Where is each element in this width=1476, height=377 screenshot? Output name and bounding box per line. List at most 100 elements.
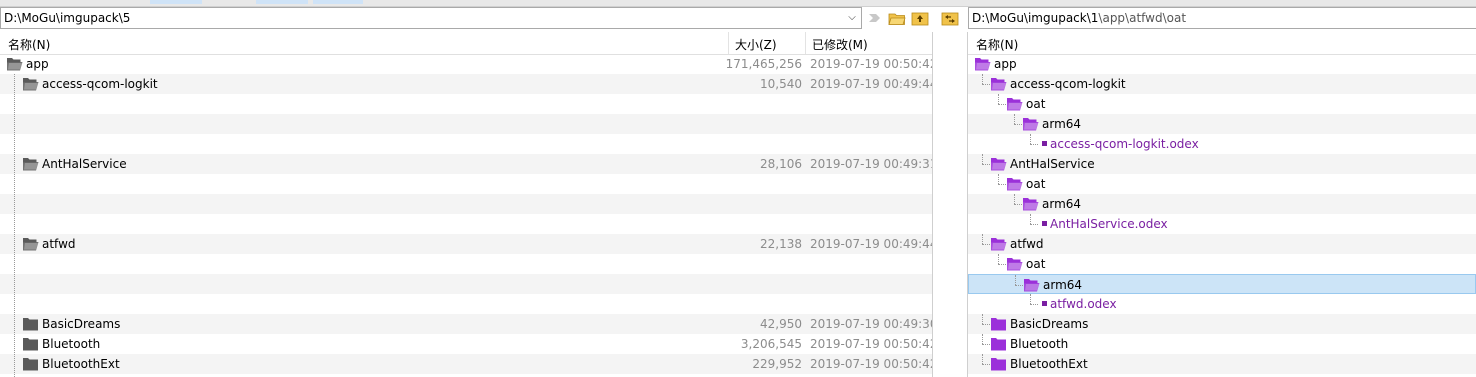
table-row[interactable]: atfwd 22,138 2019-07-19 00:49:44 (0, 234, 932, 254)
folder-name: oat (1026, 97, 1046, 111)
tree-connector (1030, 214, 1031, 224)
table-row[interactable]: BluetoothExt 229,952 2019-07-19 00:50:42 (0, 354, 932, 374)
swap-folders-icon[interactable] (941, 9, 959, 27)
table-row[interactable]: BasicDreams 42,950 2019-07-19 00:49:30 (0, 314, 932, 334)
column-name-header[interactable]: 名称(N) (976, 36, 1018, 53)
tree-connector (1014, 114, 1015, 124)
folder-icon (990, 356, 1008, 372)
folder-icon (22, 336, 40, 352)
folder-icon (990, 316, 1008, 332)
tree-row[interactable]: oat (968, 174, 1476, 194)
table-row-empty[interactable] (0, 134, 932, 154)
left-file-pane[interactable]: 名称(N) ˆ 大小(Z) 已修改(M) app 171,465,256 2019-… (0, 32, 932, 377)
tree-connector (982, 334, 983, 344)
file-modified-date: 2019-07-19 00:50:42 (810, 57, 932, 71)
folder-name: arm64 (1042, 117, 1082, 131)
tree-connector (998, 264, 1006, 265)
open-folder-icon (1022, 196, 1040, 212)
file-size: 42,950 (760, 317, 802, 331)
table-row-empty[interactable] (0, 274, 932, 294)
tree-row[interactable]: BluetoothExt (968, 354, 1476, 374)
column-modified-header[interactable]: 已修改(M) (812, 36, 868, 53)
column-separator[interactable] (805, 32, 806, 54)
tree-row[interactable]: oat (968, 254, 1476, 274)
table-row-empty[interactable] (0, 114, 932, 134)
tree-connector (1030, 304, 1038, 305)
column-name-header[interactable]: 名称(N) (8, 36, 50, 53)
tree-connector (982, 344, 990, 345)
left-column-header: 名称(N) ˆ 大小(Z) 已修改(M) (0, 32, 932, 55)
table-row[interactable]: AntHalService 28,106 2019-07-19 00:49:31 (0, 154, 932, 174)
tree-connector (998, 184, 1006, 185)
tree-row[interactable]: AntHalService (968, 154, 1476, 174)
tree-connector (1014, 194, 1015, 204)
folder-name: access-qcom-logkit (1010, 77, 1126, 91)
pane-divider[interactable] (932, 32, 933, 377)
table-row-empty[interactable] (0, 194, 932, 214)
table-row-empty[interactable] (0, 174, 932, 194)
folder-name: oat (1026, 177, 1046, 191)
table-row-empty[interactable] (0, 214, 932, 234)
tree-connector (998, 94, 999, 104)
tree-row[interactable]: arm64 (968, 194, 1476, 214)
file-name: access-qcom-logkit.odex (1050, 137, 1199, 151)
folder-name: arm64 (1043, 278, 1083, 292)
table-row-empty[interactable] (0, 94, 932, 114)
file-modified-date: 2019-07-19 00:49:31 (810, 157, 932, 171)
right-path-field[interactable]: D:\MoGu\imgupack\1\app\atfwd\oat (968, 7, 1476, 29)
toolbar-highlight (150, 0, 202, 4)
tree-guide-line (14, 74, 15, 377)
tree-row[interactable]: arm64 (968, 274, 1476, 294)
tree-connector (982, 154, 983, 164)
right-file-pane[interactable]: 名称(N) ˆ app access-qcom-logkit oat arm64 acc… (968, 32, 1476, 377)
table-row[interactable]: access-qcom-logkit 10,540 2019-07-19 00:49… (0, 74, 932, 94)
table-row-empty[interactable] (0, 294, 932, 314)
table-row[interactable]: app 171,465,256 2019-07-19 00:50:42 (0, 54, 932, 74)
column-separator[interactable] (728, 32, 729, 54)
open-folder-icon (1006, 256, 1024, 272)
tree-connector (1030, 224, 1038, 225)
tree-row[interactable]: access-qcom-logkit (968, 74, 1476, 94)
open-folder-icon (990, 156, 1008, 172)
open-folder-icon (22, 236, 40, 252)
tree-connector (982, 314, 983, 324)
file-name: atfwd (42, 237, 76, 251)
table-row[interactable]: Bluetooth 3,206,545 2019-07-19 00:50:42 (0, 334, 932, 354)
right-path-suffix: \app\atfwd\oat (1098, 11, 1187, 25)
right-path-prefix: D:\MoGu\imgupack\1 (972, 11, 1099, 25)
tree-row[interactable]: atfwd.odex (968, 294, 1476, 314)
tree-row[interactable]: BasicDreams (968, 314, 1476, 334)
file-icon (1042, 301, 1047, 306)
parent-folder-icon[interactable] (911, 9, 929, 27)
table-row-empty[interactable] (0, 254, 932, 274)
file-size: 229,952 (752, 357, 802, 371)
chevron-down-icon[interactable]: ⌵ (844, 9, 860, 27)
folder-name: BluetoothExt (1010, 357, 1088, 371)
tree-row[interactable]: atfwd (968, 234, 1476, 254)
folder-name: BasicDreams (1010, 317, 1089, 331)
tree-row[interactable]: app (968, 54, 1476, 74)
left-path-field[interactable]: D:\MoGu\imgupack\5 ⌵ (0, 7, 862, 29)
file-name: AntHalService (42, 157, 127, 171)
open-folder-icon (22, 156, 40, 172)
tree-connector (1030, 144, 1038, 145)
file-modified-date: 2019-07-19 00:50:42 (810, 337, 932, 351)
file-size: 22,138 (760, 237, 802, 251)
column-size-header[interactable]: 大小(Z) (735, 36, 777, 53)
tree-connector (982, 84, 990, 85)
top-toolbar-strip (0, 0, 1476, 7)
file-name: access-qcom-logkit (42, 77, 158, 91)
tree-row[interactable]: access-qcom-logkit.odex (968, 134, 1476, 154)
file-modified-date: 2019-07-19 00:50:42 (810, 357, 932, 371)
file-modified-date: 2019-07-19 00:49:44 (810, 237, 932, 251)
tree-row[interactable]: AntHalService.odex (968, 214, 1476, 234)
tree-row[interactable]: Bluetooth (968, 334, 1476, 354)
tree-connector (998, 254, 999, 264)
sort-caret-icon: ˆ (360, 32, 365, 39)
copy-arrow-icon[interactable] (866, 9, 884, 27)
open-folder-icon (1023, 277, 1041, 293)
tree-row[interactable]: arm64 (968, 114, 1476, 134)
file-name: BasicDreams (42, 317, 121, 331)
tree-row[interactable]: oat (968, 94, 1476, 114)
open-folder-icon[interactable] (888, 9, 906, 27)
